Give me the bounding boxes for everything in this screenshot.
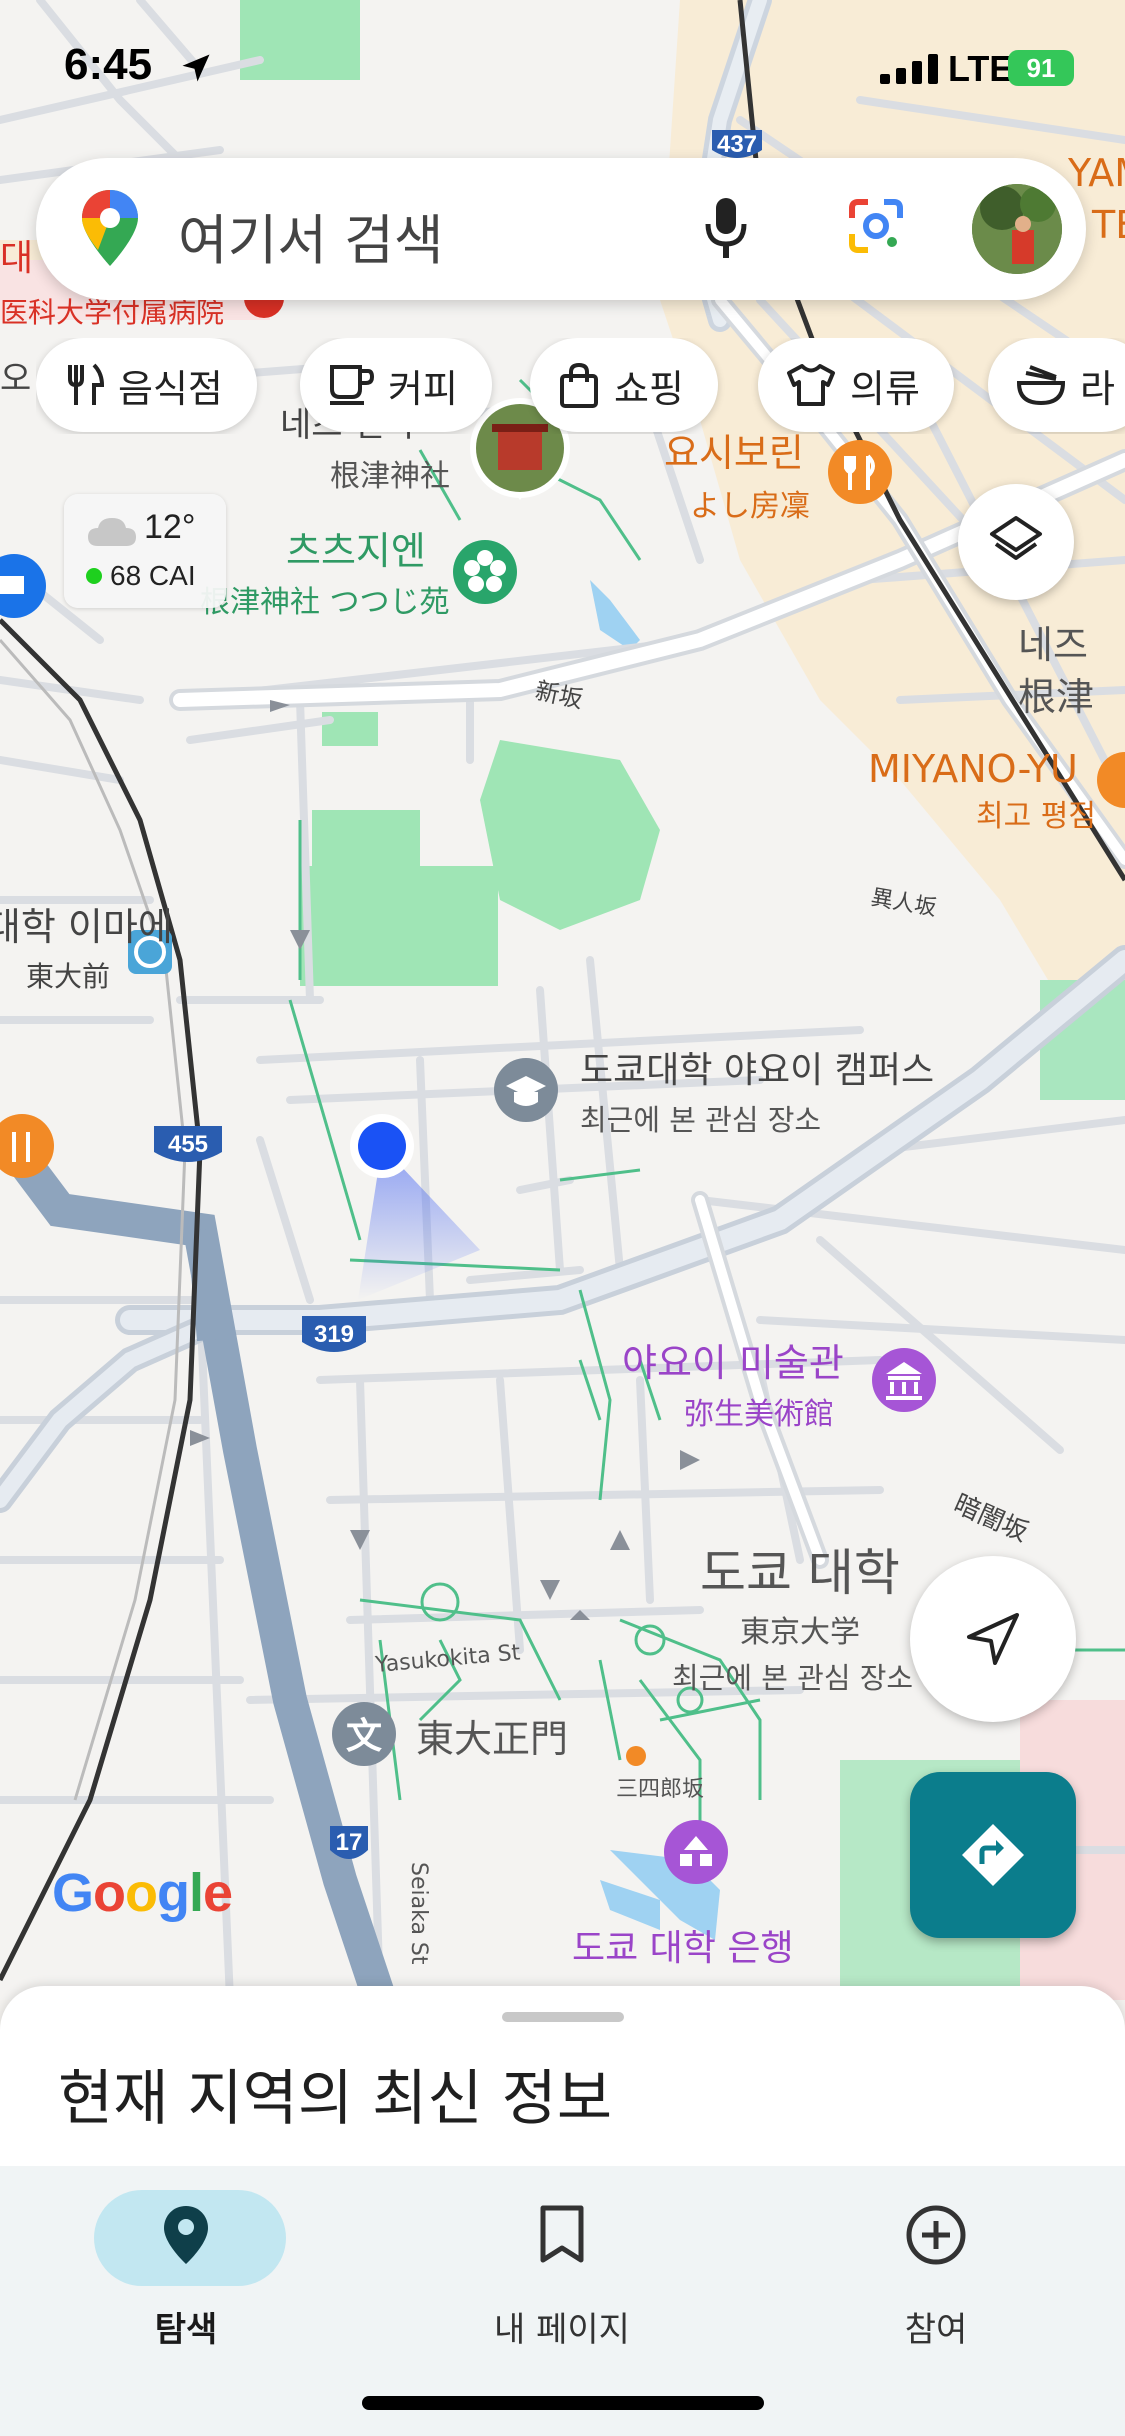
chip-label: 쇼핑	[614, 366, 684, 411]
route-shield-455: 455	[154, 1126, 222, 1162]
map-label-yayoi-campus-sub: 최근에 본 관심 장소	[580, 1103, 821, 1137]
sheet-drag-handle[interactable]	[502, 2012, 624, 2022]
home-indicator[interactable]	[362, 2396, 764, 2410]
map-label-tsutsuji-jp: 根津神社 つつじ苑	[200, 585, 450, 620]
bookmark-icon	[540, 2205, 584, 2263]
map-label-yayoi-campus: 도쿄대학 야요이 캠퍼스	[580, 1050, 934, 1091]
school-icon[interactable]: 文	[332, 1702, 396, 1766]
tab-label: 탐색	[154, 2310, 218, 2350]
svg-text:319: 319	[314, 1321, 354, 1348]
user-location-dot	[358, 1122, 406, 1170]
map-label-todaimae-ko: 도쿄대학 이마에	[0, 905, 173, 949]
svg-text:17: 17	[336, 1829, 363, 1856]
route-shield-319: 319	[302, 1316, 366, 1352]
recenter-button[interactable]	[910, 1556, 1076, 1722]
chip-coffee[interactable]: 커피	[300, 338, 492, 432]
fork-knife-icon[interactable]	[828, 440, 892, 504]
tshirt-icon	[787, 364, 835, 406]
map-label-hospital-ko: 대	[0, 238, 33, 279]
map-label-sanshiro: 三四郎坂	[616, 1777, 704, 1802]
map-label-miyano-sub: 최고 평점	[976, 799, 1096, 834]
map-label-yoshibori-jp: よし房凜	[690, 489, 810, 524]
tab-explore[interactable]: 탐색	[56, 2178, 316, 2358]
map-label-nezu-ko: 네즈	[1018, 623, 1088, 667]
search-bar[interactable]: 여기서 검색	[36, 158, 1086, 300]
category-chips: 음식점 커피 쇼핑 의류 라	[36, 338, 1125, 434]
map-label-yayoi-museum-ko: 야요이 미술관	[622, 1341, 844, 1385]
microphone-icon[interactable]	[702, 194, 750, 264]
map-label-hospital: 医科大学付属病院	[0, 296, 224, 329]
air-quality-value: 68 CAI	[110, 560, 196, 591]
map-label-seiaka: Seiaka St	[406, 1862, 431, 1965]
map-label-tsutsuji-ko: 츠츠지엔	[286, 529, 426, 573]
map-label-univ-jp: 東京大学	[740, 1615, 860, 1650]
chip-label: 의류	[850, 366, 920, 411]
fork-knife-icon	[68, 363, 104, 405]
coffee-cup-icon	[330, 365, 374, 405]
chip-shopping[interactable]: 쇼핑	[530, 338, 718, 432]
flower-icon[interactable]	[453, 540, 517, 604]
museum-icon[interactable]	[872, 1348, 936, 1412]
map-label-todaimae-jp: 東大前	[26, 960, 110, 993]
bank-icon[interactable]	[664, 1820, 728, 1884]
chip-restaurant[interactable]: 음식점	[36, 338, 257, 432]
chip-noodles[interactable]: 라	[988, 338, 1125, 432]
status-time: 6:45	[64, 40, 153, 89]
directions-icon	[962, 1824, 1024, 1886]
navigation-arrow-icon	[967, 1613, 1019, 1665]
map-label-univ-sub: 최근에 본 관심 장소	[672, 1661, 913, 1695]
add-circle-icon	[906, 2205, 966, 2265]
svg-text:文: 文	[346, 1716, 382, 1757]
school-icon[interactable]	[494, 1058, 558, 1122]
map-label-univ-ko: 도쿄 대학	[700, 1544, 900, 1602]
map-label-o: 오	[0, 359, 31, 399]
map-label-miyano-yu: MIYANO-YU	[868, 747, 1078, 791]
google-maps-logo-icon	[82, 190, 138, 266]
map-label-nezu-jp: 根津	[1018, 675, 1094, 719]
layers-button[interactable]	[958, 484, 1074, 600]
tab-my-page[interactable]: 내 페이지	[432, 2178, 692, 2358]
avatar[interactable]	[972, 184, 1062, 274]
chip-label: 커피	[388, 366, 458, 411]
svg-text:455: 455	[168, 1131, 208, 1158]
map-label-yayoi-museum-jp: 弥生美術館	[684, 1397, 834, 1432]
route-shield-17: 17	[330, 1826, 368, 1859]
map-label-seimon: 東大正門	[416, 1717, 568, 1761]
location-pin-icon	[164, 2206, 208, 2264]
tab-contribute[interactable]: 참여	[806, 2178, 1066, 2358]
directions-button[interactable]	[910, 1772, 1076, 1938]
weather-widget[interactable]: 12° 68 CAI	[64, 494, 226, 608]
location-services-icon	[182, 54, 210, 82]
layers-icon	[990, 516, 1042, 560]
chip-label: 라	[1080, 366, 1115, 411]
map-label-bank: 도쿄 대학 은행	[572, 1928, 794, 1969]
air-quality-indicator	[86, 568, 102, 584]
map-label-yama: YAM	[1067, 151, 1125, 195]
search-input[interactable]: 여기서 검색	[178, 196, 444, 275]
noodle-bowl-icon	[1016, 365, 1066, 406]
google-lens-icon[interactable]	[844, 194, 908, 258]
tab-label: 내 페이지	[494, 2310, 630, 2350]
chip-clothing[interactable]: 의류	[758, 338, 954, 432]
map-label-yoshibori-ko: 요시보린	[664, 431, 804, 475]
network-type: LTE	[948, 48, 1014, 89]
battery-icon: 91	[1008, 50, 1074, 86]
cloud-icon	[88, 518, 136, 546]
status-bar: 6:45 LTE 91	[0, 0, 1125, 140]
map-label-te: TE	[1091, 203, 1125, 247]
chip-label: 음식점	[118, 366, 223, 411]
sheet-title: 현재 지역의 최신 정보	[58, 2064, 613, 2134]
poi-dot	[626, 1746, 646, 1766]
bottom-sheet[interactable]: 현재 지역의 최신 정보	[0, 1986, 1125, 2166]
weather-temperature: 12°	[144, 508, 196, 546]
signal-icon	[880, 54, 938, 84]
map-label-nezu-shrine-jp: 根津神社	[330, 459, 450, 494]
shopping-bag-icon	[560, 362, 598, 408]
google-logo: Google	[52, 1863, 233, 1923]
tab-label: 참여	[904, 2310, 968, 2350]
